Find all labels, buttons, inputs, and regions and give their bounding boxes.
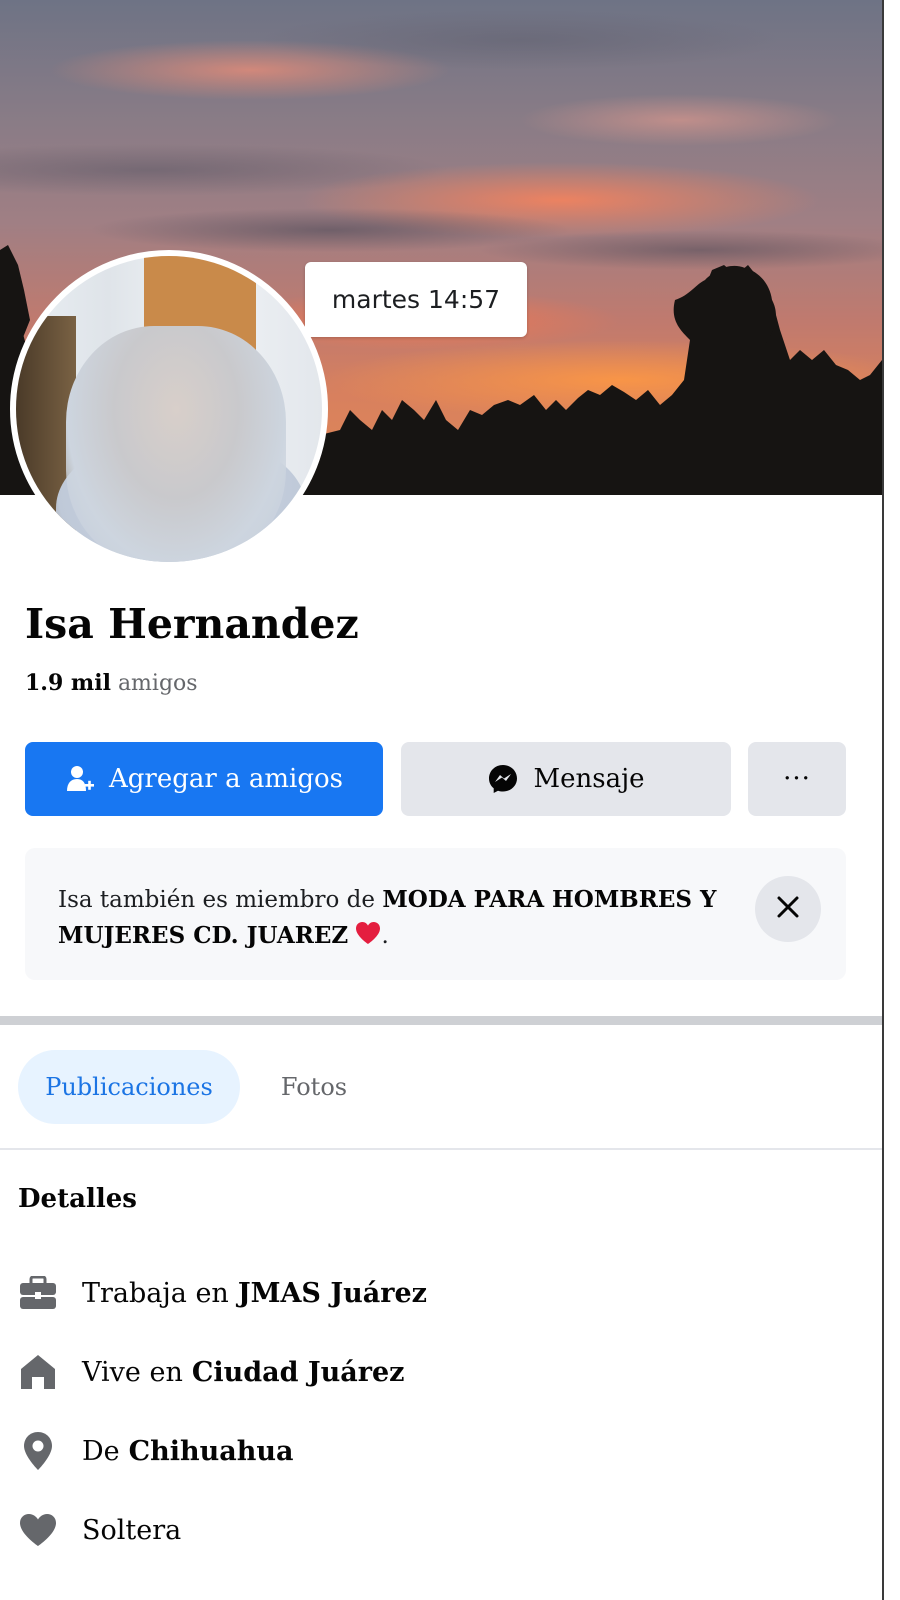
detail-relationship: Soltera [18, 1508, 181, 1552]
group-suffix: . [381, 923, 389, 949]
profile-page: martes 14:57 Isa Hernandez 1.9 mil amigo… [0, 0, 882, 1600]
heart-icon [18, 1510, 58, 1550]
detail-work: Trabaja en JMAS Juárez [18, 1271, 427, 1315]
tab-publicaciones[interactable]: Publicaciones [18, 1050, 240, 1124]
briefcase-icon [18, 1273, 58, 1313]
add-friend-label: Agregar a amigos [109, 764, 343, 794]
detail-work-prefix: Trabaja en [82, 1277, 229, 1309]
group-membership-text: Isa también es miembro de MODA PARA HOMB… [58, 882, 718, 956]
detail-from-value[interactable]: Chihuahua [129, 1436, 294, 1467]
detail-relationship-label: Soltera [82, 1514, 182, 1546]
profile-avatar[interactable] [10, 250, 328, 568]
detail-lives-value[interactable]: Ciudad Juárez [192, 1357, 405, 1388]
photo-timestamp: martes 14:57 [305, 262, 527, 337]
heart-emoji-icon [355, 921, 381, 956]
dismiss-card-button[interactable] [755, 876, 821, 942]
details-heading: Detalles [18, 1184, 137, 1214]
messenger-icon [487, 763, 519, 795]
message-button[interactable]: Mensaje [401, 742, 731, 816]
friends-count-label: amigos [117, 671, 198, 696]
more-options-label: ··· [783, 764, 811, 794]
add-friend-button[interactable]: Agregar a amigos [25, 742, 383, 816]
tabs-divider [0, 1148, 882, 1150]
group-membership-card: Isa también es miembro de MODA PARA HOMB… [25, 848, 846, 980]
detail-from-prefix: De [82, 1435, 120, 1467]
window-edge [882, 0, 900, 1600]
more-options-button[interactable]: ··· [748, 742, 846, 816]
detail-from: De Chihuahua [18, 1429, 294, 1473]
add-friend-icon [65, 764, 95, 794]
group-prefix: Isa también es miembro de [58, 887, 383, 913]
friends-count-value: 1.9 mil [25, 670, 111, 696]
close-icon [776, 895, 800, 923]
message-label: Mensaje [533, 764, 645, 794]
detail-work-value[interactable]: JMAS Juárez [238, 1278, 427, 1309]
detail-lives-prefix: Vive en [82, 1356, 183, 1388]
location-pin-icon [18, 1431, 58, 1471]
section-divider [0, 1016, 882, 1025]
home-icon [18, 1352, 58, 1392]
tab-fotos[interactable]: Fotos [262, 1050, 366, 1124]
profile-name: Isa Hernandez [25, 600, 359, 648]
detail-lives: Vive en Ciudad Juárez [18, 1350, 405, 1394]
friends-count[interactable]: 1.9 mil amigos [25, 670, 198, 696]
avatar-blurred-face [66, 326, 286, 562]
